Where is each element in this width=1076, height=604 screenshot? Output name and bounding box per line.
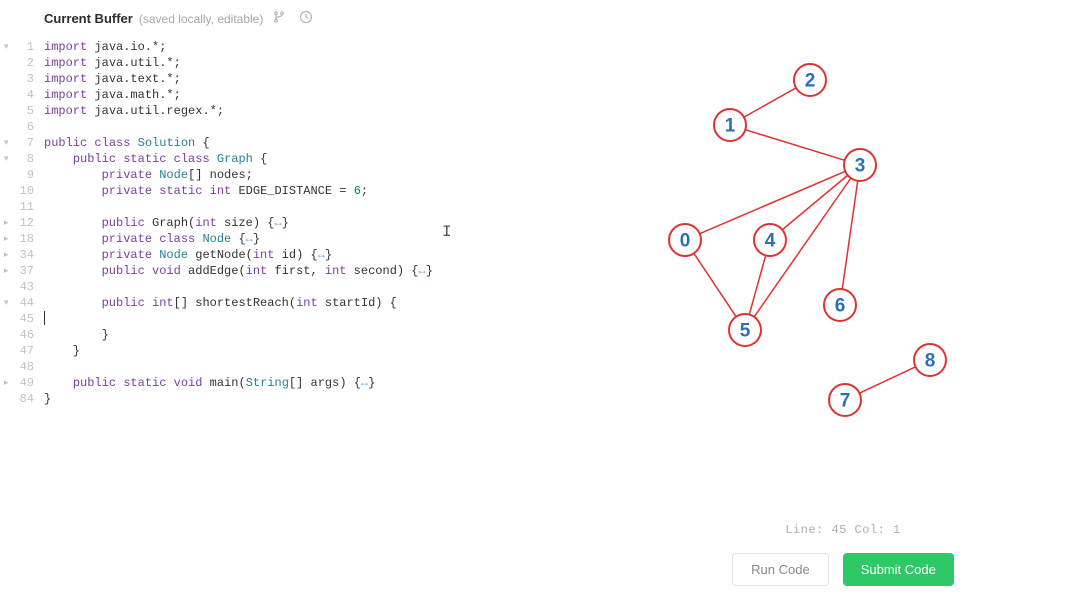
line-number: 18 <box>0 231 44 247</box>
buffer-subtitle: (saved locally, editable) <box>139 12 264 26</box>
code-line[interactable]: public Graph(int size) {↔} <box>44 215 610 231</box>
line-number: 45 <box>0 311 44 327</box>
line-number: 37 <box>0 263 44 279</box>
graph-edge <box>842 181 857 289</box>
graph-edge <box>694 253 736 316</box>
line-number: 1 <box>0 39 44 55</box>
line-number: 5 <box>0 103 44 119</box>
code-line[interactable]: } <box>44 391 610 407</box>
graph-edge <box>859 367 915 393</box>
line-number: 12 <box>0 215 44 231</box>
line-number: 8 <box>0 151 44 167</box>
code-line[interactable]: public static class Graph { <box>44 151 610 167</box>
code-line[interactable] <box>44 359 610 375</box>
run-code-button[interactable]: Run Code <box>732 553 829 586</box>
graph-diagram: 0 1 2 3 4 5 6 7 8 <box>610 40 1076 460</box>
line-number: 10 <box>0 183 44 199</box>
line-number: 2 <box>0 55 44 71</box>
svg-text:0: 0 <box>680 231 691 252</box>
svg-text:2: 2 <box>805 71 816 92</box>
line-number: 9 <box>0 167 44 183</box>
graph-edge <box>745 130 844 161</box>
graph-edge <box>744 88 796 117</box>
graph-node-6: 6 <box>824 289 856 321</box>
svg-text:8: 8 <box>925 351 936 372</box>
code-line[interactable]: import java.math.*; <box>44 87 610 103</box>
graph-node-8: 8 <box>914 344 946 376</box>
line-number: 84 <box>0 391 44 407</box>
graph-node-3: 3 <box>844 149 876 181</box>
text-cursor-icon: I <box>442 224 452 240</box>
code-line[interactable]: private static int EDGE_DISTANCE = 6; <box>44 183 610 199</box>
status-bar: Line: 45 Col: 1 <box>610 517 1076 543</box>
line-number: 44 <box>0 295 44 311</box>
graph-node-4: 4 <box>754 224 786 256</box>
code-line[interactable]: public class Solution { <box>44 135 610 151</box>
code-editor[interactable]: 1234567891011121834374344454647484984 im… <box>0 37 610 604</box>
buffer-title: Current Buffer <box>44 11 133 26</box>
svg-text:5: 5 <box>740 321 751 342</box>
code-line[interactable]: import java.io.*; <box>44 39 610 55</box>
code-line[interactable]: public void addEdge(int first, int secon… <box>44 263 610 279</box>
editor-toolbar: Current Buffer (saved locally, editable) <box>0 0 610 37</box>
branch-icon[interactable] <box>269 8 289 29</box>
code-line[interactable]: } <box>44 343 610 359</box>
code-line[interactable]: import java.text.*; <box>44 71 610 87</box>
line-number: 43 <box>0 279 44 295</box>
graph-node-5: 5 <box>729 314 761 346</box>
line-number: 47 <box>0 343 44 359</box>
submit-code-button[interactable]: Submit Code <box>843 553 954 586</box>
graph-edge <box>782 175 847 230</box>
graph-node-1: 1 <box>714 109 746 141</box>
line-number: 46 <box>0 327 44 343</box>
line-number: 6 <box>0 119 44 135</box>
svg-text:4: 4 <box>765 231 776 252</box>
code-line[interactable] <box>44 279 610 295</box>
svg-text:7: 7 <box>840 391 851 412</box>
line-number: 4 <box>0 87 44 103</box>
line-number: 34 <box>0 247 44 263</box>
svg-text:6: 6 <box>835 296 846 317</box>
code-line[interactable] <box>44 311 610 327</box>
graph-node-2: 2 <box>794 64 826 96</box>
graph-node-7: 7 <box>829 384 861 416</box>
line-number: 3 <box>0 71 44 87</box>
line-number: 49 <box>0 375 44 391</box>
code-line[interactable] <box>44 199 610 215</box>
code-line[interactable]: public int[] shortestReach(int startId) … <box>44 295 610 311</box>
code-line[interactable]: private Node getNode(int id) {↔} <box>44 247 610 263</box>
code-line[interactable] <box>44 119 610 135</box>
svg-text:3: 3 <box>855 156 866 177</box>
line-number: 48 <box>0 359 44 375</box>
code-line[interactable]: } <box>44 327 610 343</box>
line-number: 11 <box>0 199 44 215</box>
code-line[interactable]: import java.util.*; <box>44 55 610 71</box>
svg-text:1: 1 <box>725 116 736 137</box>
line-number: 7 <box>0 135 44 151</box>
history-icon[interactable] <box>295 8 317 29</box>
code-line[interactable]: private class Node {↔} <box>44 231 610 247</box>
graph-node-0: 0 <box>669 224 701 256</box>
code-line[interactable]: import java.util.regex.*; <box>44 103 610 119</box>
code-line[interactable]: private Node[] nodes; <box>44 167 610 183</box>
graph-edge <box>749 255 765 314</box>
code-line[interactable]: public static void main(String[] args) {… <box>44 375 610 391</box>
